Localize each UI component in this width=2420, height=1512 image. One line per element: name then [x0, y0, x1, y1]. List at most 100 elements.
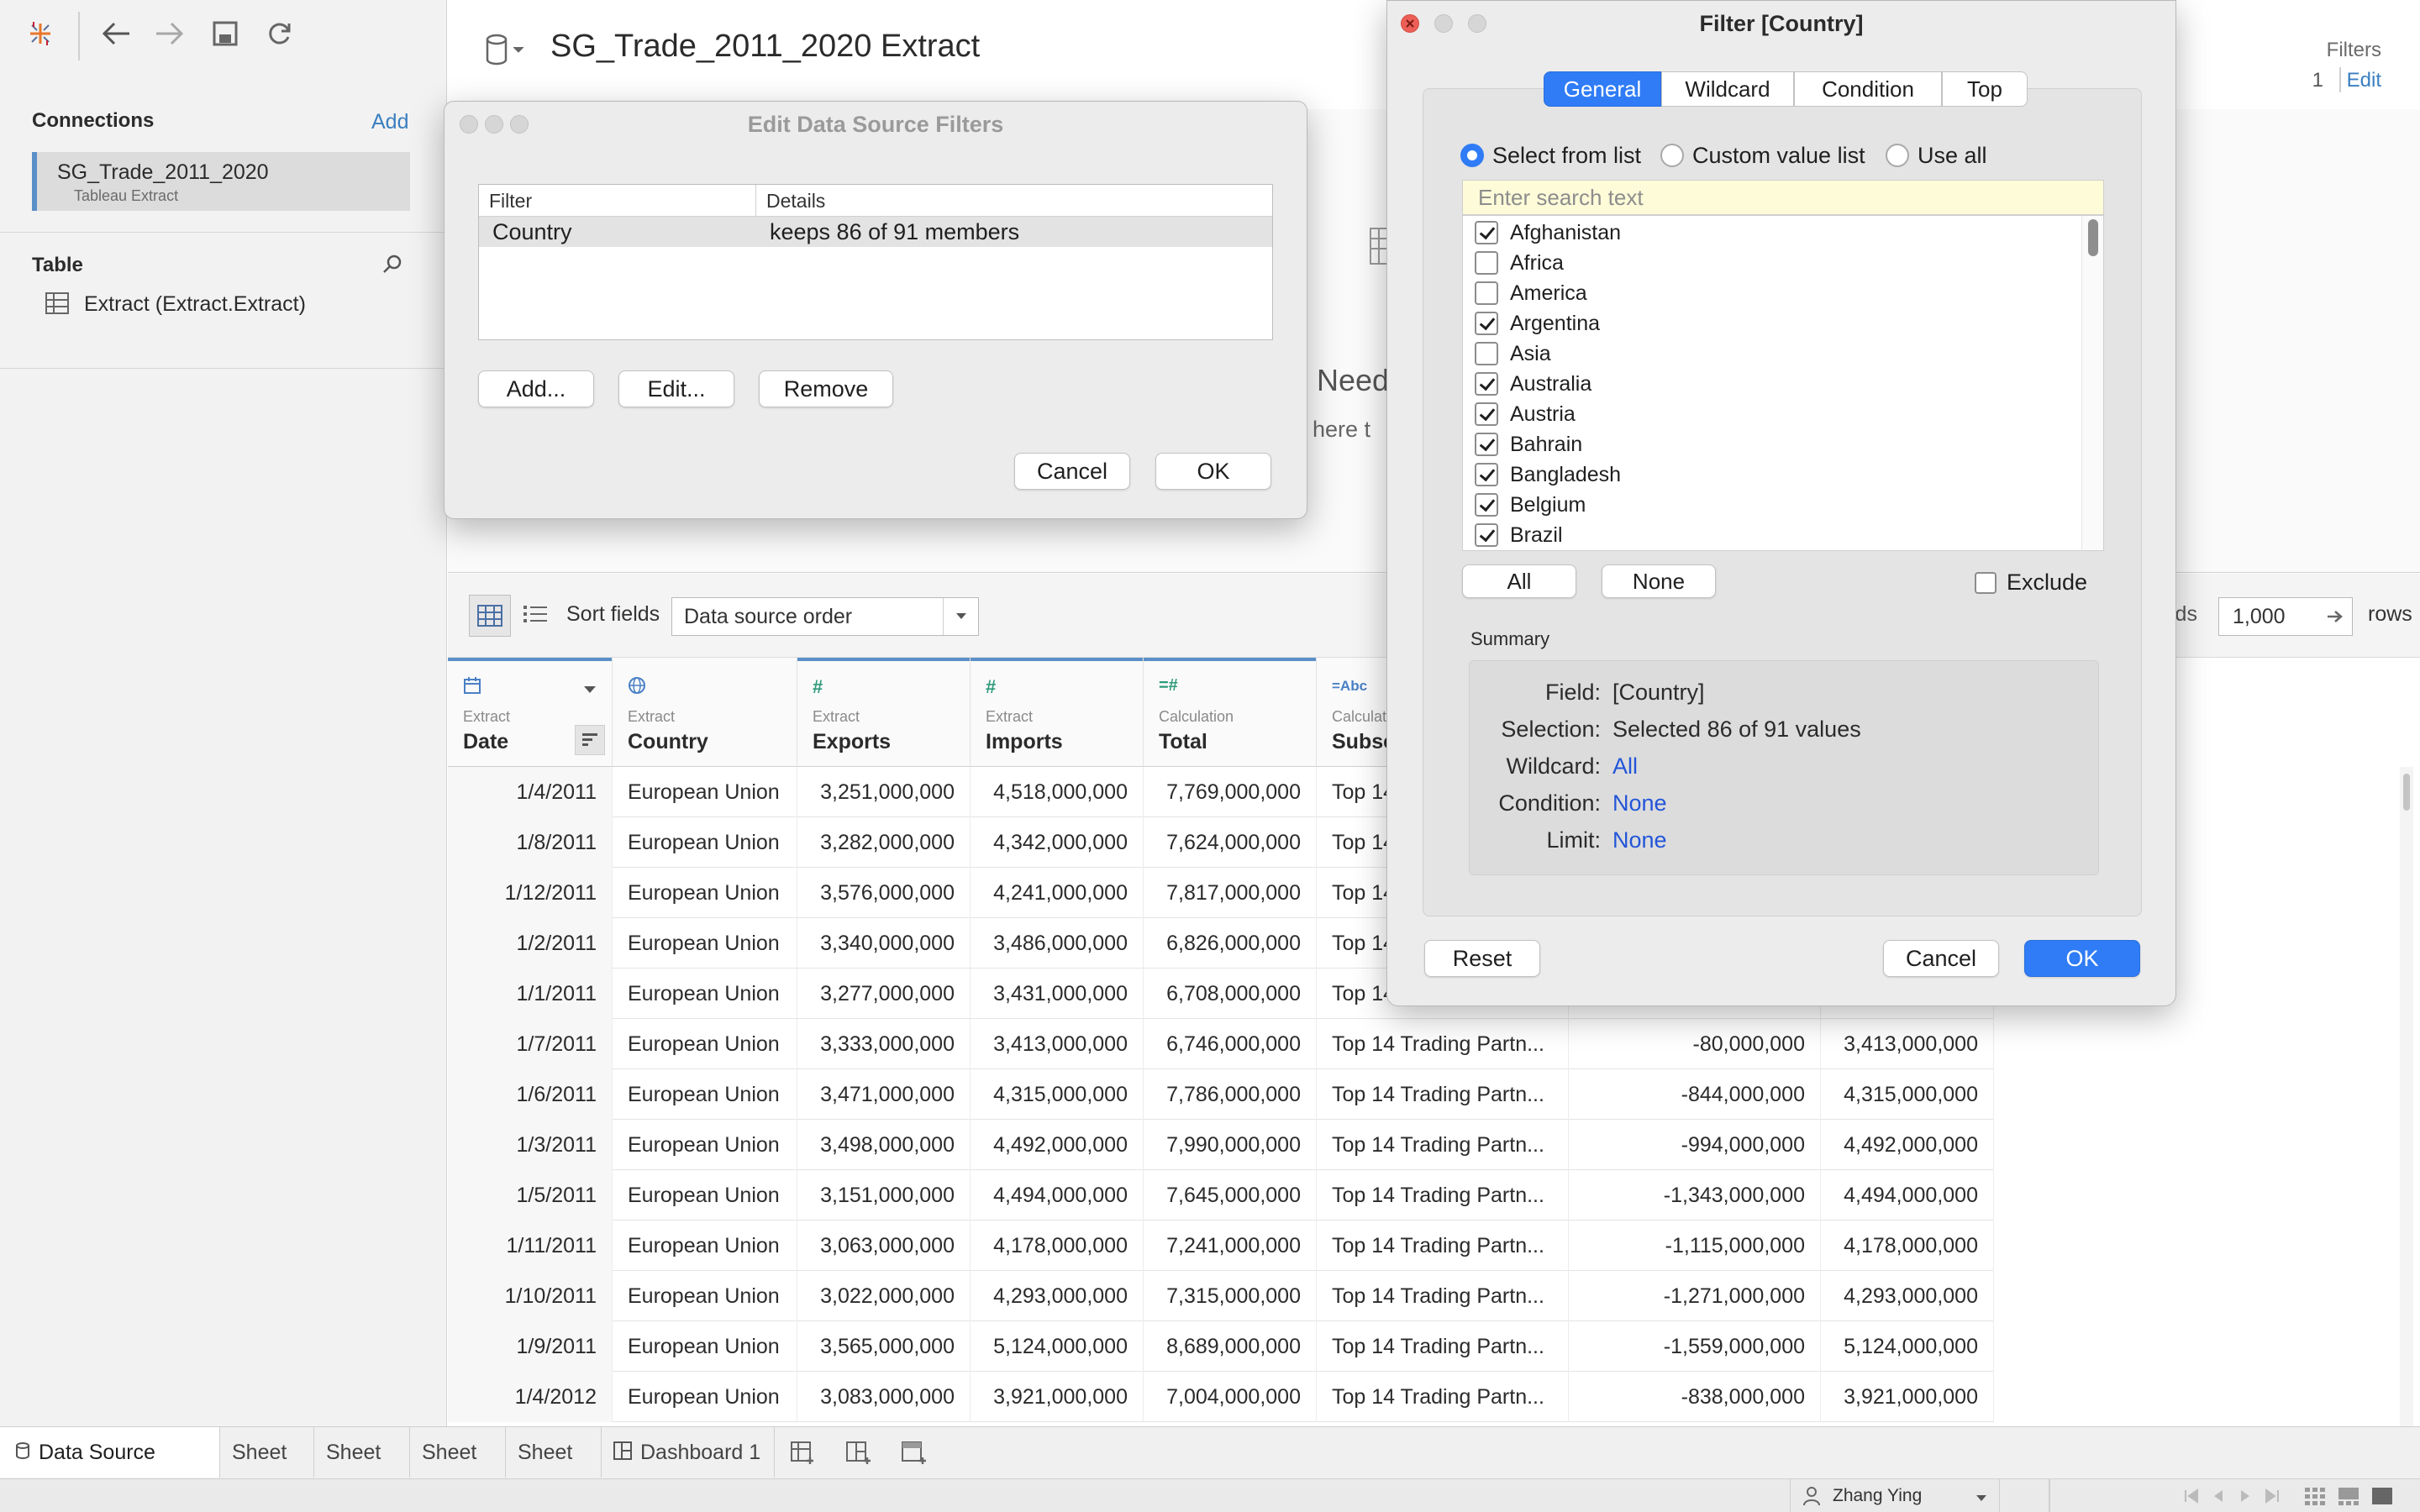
new-dashboard-icon[interactable]	[845, 1439, 872, 1470]
refresh-icon[interactable]	[260, 15, 297, 52]
search-input[interactable]: Enter search text	[1462, 180, 2104, 215]
table-item-extract[interactable]: Extract (Extract.Extract)	[84, 292, 306, 317]
reset-button[interactable]: Reset	[1424, 940, 1540, 977]
ok-button[interactable]: OK	[1155, 453, 1271, 490]
list-item[interactable]: Austria	[1475, 399, 1576, 429]
table-row[interactable]: 1/10/2011 European Union 3,022,000,000 4,29…	[448, 1271, 1994, 1321]
back-arrow-icon[interactable]	[97, 15, 134, 52]
ok-button[interactable]: OK	[2024, 940, 2140, 977]
table-row[interactable]: 1/11/2011 European Union 3,063,000,000 4,17…	[448, 1221, 1994, 1271]
select-from-list-radio[interactable]: Select from list	[1460, 143, 1641, 168]
exclude-checkbox[interactable]: Exclude	[1975, 570, 2087, 596]
show-filmstrip-icon[interactable]	[2338, 1486, 2360, 1510]
list-item[interactable]: Afghanistan	[1475, 218, 1621, 248]
tab-condition[interactable]: Condition	[1794, 71, 1942, 107]
datasource-cylinder-icon[interactable]	[485, 34, 529, 70]
table-row[interactable]: 1/4/2012 European Union 3,083,000,000 3,921…	[448, 1372, 1994, 1422]
next-sheet-icon[interactable]	[2237, 1488, 2254, 1509]
grid-view-button[interactable]	[469, 595, 511, 637]
list-item[interactable]: America	[1475, 278, 1587, 308]
number-icon[interactable]: #	[813, 676, 823, 698]
list-item[interactable]: Africa	[1475, 248, 1564, 278]
checkbox-icon[interactable]	[1475, 251, 1498, 275]
checkbox-icon[interactable]	[1475, 463, 1498, 486]
cancel-button[interactable]: Cancel	[1014, 453, 1130, 490]
list-item[interactable]: Argentina	[1475, 308, 1600, 339]
tab-sheet-3[interactable]: Sheet 3	[410, 1427, 506, 1512]
datasource-title[interactable]: SG_Trade_2011_2020 Extract	[550, 29, 980, 65]
table-row[interactable]: 1/3/2011 European Union 3,498,000,000 4,492…	[448, 1120, 1994, 1170]
table-row[interactable]: 1/6/2011 European Union 3,471,000,000 4,315…	[448, 1069, 1994, 1120]
summary-condition-link[interactable]: None	[1612, 790, 1667, 816]
select-none-button[interactable]: None	[1602, 564, 1716, 598]
grid-scrollbar-thumb[interactable]	[2403, 774, 2410, 811]
summary-wildcard-link[interactable]: All	[1612, 753, 1638, 780]
tab-sheet-2[interactable]: Sheet 2	[314, 1427, 410, 1512]
table-row[interactable]: Country keeps 86 of 91 members	[479, 217, 1272, 247]
rows-limit-input[interactable]: 1,000	[2218, 597, 2353, 636]
tab-dashboard-1[interactable]: Dashboard 1	[602, 1427, 775, 1478]
tab-data-source[interactable]: Data Source	[0, 1427, 220, 1478]
list-item[interactable]: Bangladesh	[1475, 459, 1621, 490]
calc-string-icon[interactable]: =Abc	[1332, 676, 1367, 696]
tableau-logo-icon[interactable]	[22, 15, 59, 52]
table-row[interactable]: 1/5/2011 European Union 3,151,000,000 4,494…	[448, 1170, 1994, 1221]
select-all-button[interactable]: All	[1462, 564, 1576, 598]
column-header-total[interactable]: =# Calculation Total	[1144, 658, 1317, 767]
filters-edit-link[interactable]: Edit	[2347, 69, 2381, 92]
globe-icon[interactable]	[628, 676, 646, 700]
forward-arrow-icon[interactable]	[151, 15, 188, 52]
cancel-button[interactable]: Cancel	[1883, 940, 1999, 977]
tab-sheet-4[interactable]: Sheet 4	[506, 1427, 602, 1512]
last-sheet-icon[interactable]	[2264, 1488, 2281, 1509]
tab-top[interactable]: Top	[1942, 71, 2028, 107]
table-row[interactable]: 1/7/2011 European Union 3,333,000,000 3,413…	[448, 1019, 1994, 1069]
custom-value-list-radio[interactable]: Custom value list	[1660, 143, 1865, 168]
list-item[interactable]: Belgium	[1475, 490, 1586, 520]
column-header-country[interactable]: Extract Country	[613, 658, 797, 767]
connection-item[interactable]: SG_Trade_2011_2020 Tableau Extract	[32, 152, 410, 211]
list-view-icon[interactable]	[523, 603, 547, 629]
grid-scrollbar[interactable]	[2400, 767, 2413, 1426]
sort-column-icon[interactable]	[575, 725, 605, 755]
column-header-imports[interactable]: # Extract Imports	[971, 658, 1144, 767]
tab-wildcard[interactable]: Wildcard	[1661, 71, 1794, 107]
list-scrollbar-thumb[interactable]	[2088, 219, 2098, 256]
list-scrollbar[interactable]	[2081, 216, 2103, 550]
show-sheet-sorter-icon[interactable]	[2304, 1486, 2326, 1510]
user-menu[interactable]: Zhang Ying	[1790, 1479, 2000, 1512]
checkbox-icon[interactable]	[1475, 402, 1498, 426]
first-sheet-icon[interactable]	[2183, 1488, 2200, 1509]
column-menu-chevron-icon[interactable]	[583, 683, 597, 698]
checkbox-icon[interactable]	[1475, 372, 1498, 396]
tab-sheet-1[interactable]: Sheet 1	[220, 1427, 314, 1512]
new-worksheet-icon[interactable]	[790, 1439, 817, 1470]
arrow-right-icon[interactable]	[2325, 606, 2345, 633]
calendar-icon[interactable]	[463, 676, 481, 700]
previous-sheet-icon[interactable]	[2210, 1488, 2227, 1509]
table-row[interactable]: 1/9/2011 European Union 3,565,000,000 5,124…	[448, 1321, 1994, 1372]
checkbox-icon[interactable]	[1475, 221, 1498, 244]
remove-filter-button[interactable]: Remove	[759, 370, 893, 407]
checkbox-icon[interactable]	[1475, 312, 1498, 335]
search-tables-icon[interactable]	[381, 254, 403, 280]
add-connection-link[interactable]: Add	[371, 110, 408, 134]
calc-number-icon[interactable]: =#	[1159, 676, 1178, 696]
checkbox-icon[interactable]	[1475, 342, 1498, 365]
checkbox-icon[interactable]	[1475, 281, 1498, 305]
list-item[interactable]: Asia	[1475, 339, 1551, 369]
new-story-icon[interactable]	[901, 1439, 928, 1470]
use-all-radio[interactable]: Use all	[1886, 143, 1987, 168]
summary-limit-link[interactable]: None	[1612, 827, 1667, 853]
list-item[interactable]: Bahrain	[1475, 429, 1582, 459]
number-icon[interactable]: #	[986, 676, 996, 698]
tab-general[interactable]: General	[1544, 71, 1661, 107]
edit-filter-button[interactable]: Edit...	[618, 370, 734, 407]
list-item[interactable]: Brazil	[1475, 520, 1563, 550]
sort-fields-dropdown[interactable]: Data source order	[671, 597, 979, 636]
checkbox-icon[interactable]	[1475, 433, 1498, 456]
column-header-exports[interactable]: # Extract Exports	[797, 658, 971, 767]
save-icon[interactable]	[207, 15, 244, 52]
list-item[interactable]: Australia	[1475, 369, 1591, 399]
checkbox-icon[interactable]	[1475, 493, 1498, 517]
